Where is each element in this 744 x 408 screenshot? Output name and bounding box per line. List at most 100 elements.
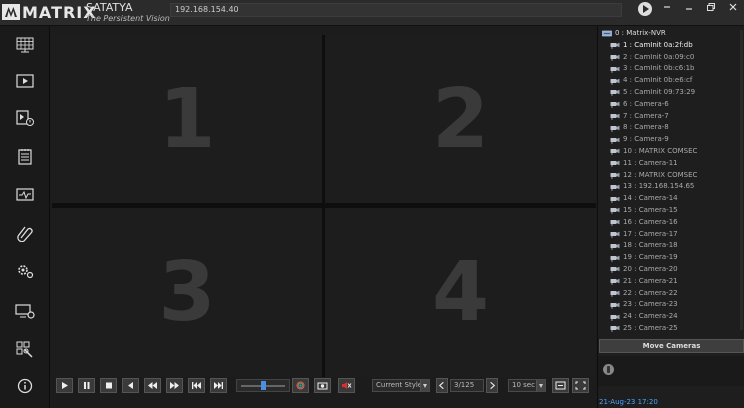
tree-root-nvr[interactable]: 0 : Matrix-NVR (598, 28, 744, 40)
style-select[interactable]: Current Style (372, 379, 430, 392)
camera-list-item[interactable]: 21 : Camera-21 (598, 276, 744, 288)
restore-icon[interactable] (704, 2, 718, 16)
snapshot-button[interactable] (314, 378, 331, 393)
camera-list-item[interactable]: 17 : Camera-17 (598, 229, 744, 241)
sequence-interval-select[interactable]: 10 sec (508, 379, 546, 392)
video-tile-1[interactable]: 1 (52, 35, 322, 203)
camera-list-item[interactable]: 22 : Camera-22 (598, 288, 744, 300)
close-icon[interactable] (726, 2, 740, 16)
camera-list-item[interactable]: 14 : Camera-14 (598, 193, 744, 205)
play-button[interactable] (56, 378, 73, 393)
next-button[interactable] (210, 378, 227, 393)
camera-icon (610, 266, 620, 274)
camera-list-item[interactable]: 4 : CamInit 0b:e6:cf (598, 75, 744, 87)
sequence-button[interactable] (552, 378, 569, 393)
camera-list-item[interactable]: 23 : Camera-23 (598, 299, 744, 311)
device-panel: 0 : Matrix-NVR 1 : CamInit 0a:2f:db 2 : C… (597, 26, 744, 408)
live-view-grid-icon[interactable] (15, 36, 35, 54)
color-adjust-button[interactable] (292, 378, 309, 393)
camera-tree: 0 : Matrix-NVR 1 : CamInit 0a:2f:db 2 : C… (598, 26, 744, 339)
camera-list-item[interactable]: 11 : Camera-11 (598, 158, 744, 170)
camera-list-item[interactable]: 8 : Camera-8 (598, 122, 744, 134)
camera-label: 2 : CamInit 0a:09:c0 (623, 52, 695, 61)
camera-list-item[interactable]: 1 : CamInit 0a:2f:db (598, 40, 744, 52)
event-log-icon[interactable] (15, 148, 35, 166)
settings-gears-icon[interactable] (15, 262, 35, 280)
camera-list-item[interactable]: 13 : 192.168.154.65 (598, 181, 744, 193)
camera-icon (610, 314, 620, 321)
camera-list-item[interactable]: 6 : Camera-6 (598, 99, 744, 111)
camera-icon (610, 184, 620, 191)
video-tile-2[interactable]: 2 (325, 35, 596, 203)
camera-list-item[interactable]: 15 : Camera-15 (598, 205, 744, 217)
camera-icon (610, 231, 620, 238)
minimize-icon[interactable] (660, 2, 674, 16)
server-address-field[interactable]: 192.168.154.40 (170, 3, 622, 17)
camera-label: 12 : MATRIX COMSEC (623, 170, 698, 179)
camera-list-item[interactable]: 9 : Camera-9 (598, 134, 744, 146)
page-indicator-value: 3/125 (454, 381, 475, 389)
device-settings-icon[interactable] (15, 302, 35, 320)
camera-icon (610, 66, 620, 73)
tile-number: 2 (431, 71, 490, 167)
camera-list-item[interactable]: 7 : Camera-7 (598, 111, 744, 123)
rewind-button[interactable] (144, 378, 161, 393)
camera-list-item[interactable]: 24 : Camera-24 (598, 311, 744, 323)
camera-list-item[interactable]: 19 : Camera-19 (598, 252, 744, 264)
mute-audio-button[interactable] (338, 378, 355, 393)
camera-label: 21 : Camera-21 (623, 276, 678, 285)
camera-list-item[interactable]: 2 : CamInit 0a:09:c0 (598, 52, 744, 64)
matrix-logo: MATRIX (2, 2, 97, 22)
tile-number: 1 (158, 71, 216, 167)
layout-tools-icon[interactable] (15, 340, 35, 358)
tree-root-label: 0 : Matrix-NVR (615, 29, 666, 37)
attachment-icon[interactable] (15, 224, 35, 242)
ptz-joystick-icon[interactable] (603, 364, 614, 375)
camera-icon (610, 160, 620, 167)
camera-label: 6 : Camera-6 (623, 99, 669, 108)
video-tile-3[interactable]: 3 (52, 208, 322, 377)
camera-icon (610, 148, 620, 156)
fast-forward-button[interactable] (166, 378, 183, 393)
camera-label: 3 : CamInit 0b:c6:1b (623, 64, 695, 73)
camera-icon (610, 255, 620, 262)
camera-list-item[interactable]: 3 : CamInit 0b:c6:1b (598, 63, 744, 75)
camera-list-item[interactable]: 25 : Camera-25 (598, 323, 744, 335)
step-back-button[interactable] (122, 378, 139, 393)
camera-list-item[interactable]: 5 : CamInit 09:73:29 (598, 87, 744, 99)
camera-label: 4 : CamInit 0b:e6:cf (623, 76, 693, 85)
camera-label: 16 : Camera-16 (623, 217, 678, 226)
slider-thumb[interactable] (260, 381, 266, 390)
camera-icon (610, 78, 620, 85)
product-tagline: The Persistent Vision (86, 14, 170, 23)
play-icon[interactable] (638, 2, 652, 16)
camera-label: 13 : 192.168.154.65 (623, 182, 695, 191)
interval-select-value: 10 sec (512, 381, 535, 389)
camera-icon (610, 278, 620, 285)
video-tile-4[interactable]: 4 (325, 208, 596, 377)
page-next-button[interactable] (486, 378, 498, 393)
about-info-icon[interactable] (15, 377, 35, 395)
move-cameras-button[interactable]: Move Cameras (599, 339, 744, 353)
pause-button[interactable] (78, 378, 95, 393)
status-datetime: 21-Aug-23 17:20 (599, 398, 658, 406)
product-name: SATATYA (86, 1, 133, 14)
volume-slider[interactable] (236, 379, 290, 392)
playback-icon[interactable] (15, 72, 35, 90)
camera-list-item[interactable]: 16 : Camera-16 (598, 217, 744, 229)
camera-list-item[interactable]: 10 : MATRIX COMSEC (598, 146, 744, 158)
health-status-icon[interactable] (15, 186, 35, 204)
camera-list-item[interactable]: 12 : MATRIX COMSEC (598, 170, 744, 182)
video-grid: 1 2 3 4 (52, 35, 596, 377)
page-prev-button[interactable] (436, 378, 448, 393)
camera-list: 1 : CamInit 0a:2f:db 2 : CamInit 0a:09:c0… (598, 40, 744, 335)
minimize-to-tray-icon[interactable] (682, 2, 696, 16)
previous-button[interactable] (188, 378, 205, 393)
camera-list-item[interactable]: 20 : Camera-20 (598, 264, 744, 276)
camera-list-scrollbar[interactable] (740, 30, 743, 330)
stop-button[interactable] (100, 378, 117, 393)
search-playback-icon[interactable] (15, 109, 35, 127)
fullscreen-button[interactable] (572, 378, 589, 393)
camera-list-item[interactable]: 18 : Camera-18 (598, 240, 744, 252)
playback-toolbar: Current Style 3/125 10 sec (52, 378, 596, 394)
